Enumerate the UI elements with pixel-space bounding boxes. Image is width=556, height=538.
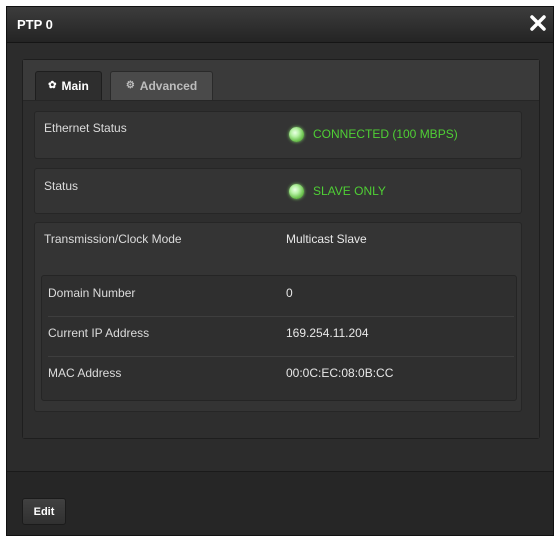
ip-address-label: Current IP Address	[48, 326, 150, 340]
close-icon[interactable]	[527, 12, 549, 34]
ptp-dialog: PTP 0 ✿ Main ⚙ Advanced Ethernet Status …	[6, 6, 554, 536]
status-value: SLAVE ONLY	[313, 184, 386, 198]
tab-advanced-label: Advanced	[139, 79, 198, 93]
gear-icon: ✿	[48, 80, 57, 91]
details-box: Domain Number 0 Current IP Address 169.2…	[41, 275, 517, 401]
row-divider	[48, 356, 514, 357]
domain-number-value: 0	[286, 286, 293, 300]
tab-main[interactable]: ✿ Main	[35, 71, 102, 100]
transmission-value: Multicast Slave	[286, 232, 367, 246]
dialog-title: PTP 0	[17, 17, 53, 32]
tab-advanced[interactable]: ⚙ Advanced	[110, 71, 213, 100]
gears-icon: ⚙	[125, 80, 135, 91]
transmission-group: Transmission/Clock Mode Multicast Slave …	[34, 222, 522, 412]
dialog-footer: Edit	[7, 471, 553, 535]
dialog-titlebar: PTP 0	[7, 7, 553, 43]
row-divider	[48, 316, 514, 317]
edit-button[interactable]: Edit	[22, 498, 66, 525]
transmission-label: Transmission/Clock Mode	[44, 232, 182, 246]
ethernet-status-row: Ethernet Status CONNECTED (100 MBPS)	[34, 111, 522, 159]
domain-number-label: Domain Number	[48, 286, 136, 300]
dialog-body: ✿ Main ⚙ Advanced Ethernet Status CONNEC…	[7, 43, 553, 471]
status-indicator	[289, 184, 304, 199]
mac-address-value: 00:0C:EC:08:0B:CC	[286, 366, 394, 380]
tab-content-main: Ethernet Status CONNECTED (100 MBPS) Sta…	[23, 101, 539, 438]
tab-main-label: Main	[61, 79, 89, 93]
ip-address-value: 169.254.11.204	[286, 326, 369, 340]
mac-address-label: MAC Address	[48, 366, 122, 380]
ethernet-status-indicator	[289, 127, 304, 142]
status-label: Status	[44, 179, 79, 193]
status-row: Status SLAVE ONLY	[34, 168, 522, 214]
ethernet-status-label: Ethernet Status	[44, 121, 127, 135]
ethernet-status-value: CONNECTED (100 MBPS)	[313, 127, 458, 141]
ptp-panel: ✿ Main ⚙ Advanced Ethernet Status CONNEC…	[22, 59, 540, 439]
tab-bar: ✿ Main ⚙ Advanced	[23, 60, 539, 101]
